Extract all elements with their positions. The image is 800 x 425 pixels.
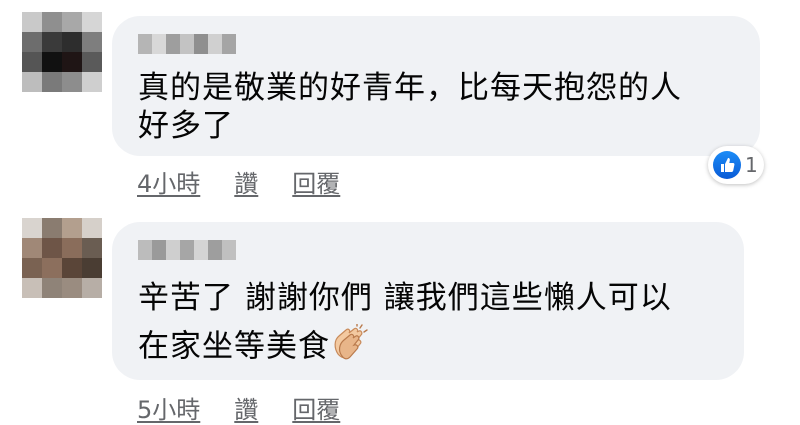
comment-actions: 5小時 讚 回覆	[137, 390, 340, 425]
comment-actions: 4小時 讚 回覆	[137, 164, 340, 199]
comment-text-line: 真的是敬業的好青年，比每天抱怨的人	[138, 70, 682, 106]
comment-text-line: 好多了	[138, 108, 234, 144]
comment-text: 在家坐等美食	[138, 328, 330, 365]
comment-text-line: 在家坐等美食	[138, 323, 368, 372]
reply-button[interactable]: 回覆	[292, 164, 340, 199]
commenter-name-blurred[interactable]	[138, 34, 236, 54]
comment-bubble: 辛苦了 謝謝你們 讓我們這些懶人可以 在家坐等美食	[112, 222, 744, 380]
avatar-blurred[interactable]	[22, 218, 102, 298]
reaction-badge[interactable]: 1	[708, 146, 764, 184]
thumbs-up-icon	[713, 151, 741, 179]
comment-bubble: 真的是敬業的好青年，比每天抱怨的人 好多了	[112, 16, 760, 156]
comment-text-line: 辛苦了 謝謝你們 讓我們這些懶人可以	[138, 280, 672, 316]
like-button[interactable]: 讚	[234, 390, 258, 425]
like-button[interactable]: 讚	[234, 164, 258, 199]
comment-timestamp[interactable]: 4小時	[137, 164, 200, 199]
avatar-blurred[interactable]	[22, 12, 102, 92]
clapping-hands-icon	[330, 323, 368, 372]
reaction-count: 1	[745, 153, 758, 177]
comment-timestamp[interactable]: 5小時	[137, 390, 200, 425]
commenter-name-blurred[interactable]	[138, 240, 236, 260]
reply-button[interactable]: 回覆	[292, 390, 340, 425]
